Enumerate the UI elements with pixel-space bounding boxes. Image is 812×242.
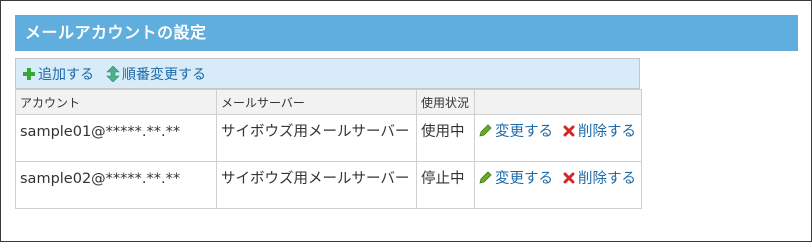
column-header-account: アカウント	[15, 89, 217, 115]
actions-cell: 変更する 削除する	[474, 114, 642, 162]
account-cell: sample01@*****.**.**	[15, 114, 217, 162]
table-header-row: アカウント メールサーバー 使用状況	[15, 89, 642, 115]
reorder-label: 順番変更する	[122, 66, 206, 83]
close-icon	[563, 125, 575, 137]
close-icon	[563, 172, 575, 184]
toolbar: 追加する 順番変更する	[15, 58, 640, 89]
pencil-icon	[479, 171, 492, 184]
add-button[interactable]: 追加する	[22, 64, 94, 84]
server-cell: サイボウズ用メールサーバー	[216, 161, 417, 209]
page-title: メールアカウントの設定	[25, 23, 207, 42]
server-cell: サイボウズ用メールサーバー	[216, 114, 417, 162]
pencil-icon	[479, 124, 492, 137]
page-header: メールアカウントの設定	[15, 15, 798, 51]
table-row: sample01@*****.**.** サイボウズ用メールサーバー 使用中 変…	[15, 114, 642, 162]
delete-link[interactable]: 削除する	[563, 124, 636, 140]
column-header-server: メールサーバー	[216, 89, 417, 115]
add-label: 追加する	[38, 66, 94, 83]
reorder-button[interactable]: 順番変更する	[106, 64, 206, 84]
delete-link[interactable]: 削除する	[563, 171, 636, 187]
edit-link[interactable]: 変更する	[479, 124, 553, 140]
plus-icon	[23, 67, 35, 80]
edit-label: 変更する	[495, 124, 553, 140]
up-down-arrow-icon	[106, 65, 120, 82]
actions-cell: 変更する 削除する	[474, 161, 642, 209]
window-frame: メールアカウントの設定 追加する 順番変更する アカウント メールサーバー 使用…	[0, 0, 812, 242]
account-cell: sample02@*****.**.**	[15, 161, 217, 209]
delete-label: 削除する	[578, 124, 636, 140]
edit-label: 変更する	[495, 171, 553, 187]
table-row: sample02@*****.**.** サイボウズ用メールサーバー 停止中 変…	[15, 161, 642, 209]
edit-link[interactable]: 変更する	[479, 171, 553, 187]
column-header-actions	[474, 89, 642, 115]
column-header-status: 使用状況	[416, 89, 475, 115]
delete-label: 削除する	[578, 171, 636, 187]
status-cell: 停止中	[416, 161, 475, 209]
status-cell: 使用中	[416, 114, 475, 162]
accounts-table: アカウント メールサーバー 使用状況 sample01@*****.**.** …	[15, 89, 642, 209]
